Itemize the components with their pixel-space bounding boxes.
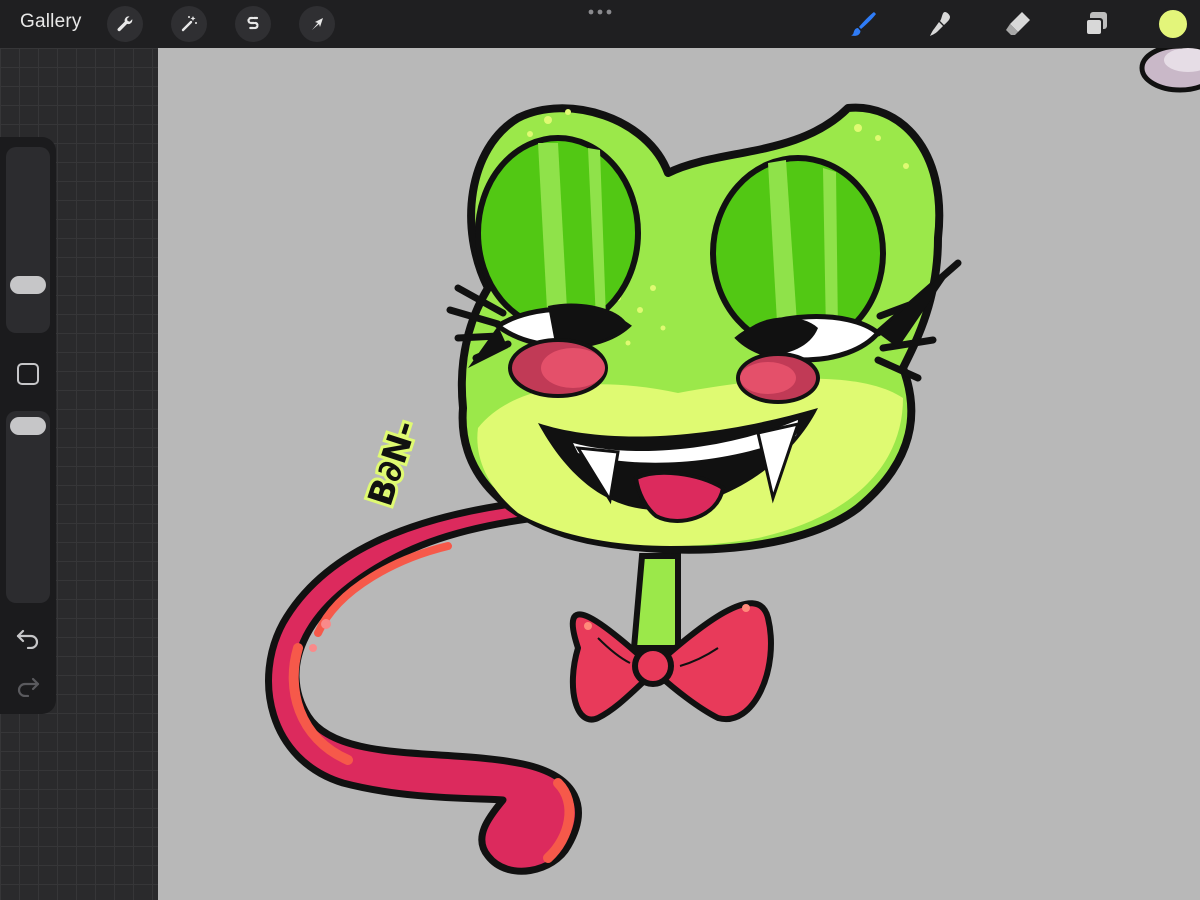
eraser-icon[interactable] [1002,8,1034,40]
brush-size-thumb[interactable] [10,276,46,294]
selection-button[interactable] [235,6,271,42]
gallery-button[interactable]: Gallery [20,11,82,33]
procreate-app: Gallery B∂N- [0,0,1200,900]
opacity-slider[interactable] [6,411,50,603]
color-swatch[interactable] [1157,8,1189,40]
transform-arrow-icon [312,18,323,30]
layers-icon[interactable] [1080,8,1112,40]
frog-artwork: B∂N- [265,48,1200,875]
wrench-icon [117,16,133,32]
top-toolbar: Gallery [0,0,1200,48]
actions-button[interactable] [107,6,143,42]
neck [630,553,681,651]
adjustments-button[interactable] [171,6,207,42]
smudge-icon[interactable] [924,8,956,40]
drawing-canvas[interactable]: B∂N- [158,48,1200,900]
brush-icon[interactable] [847,8,879,40]
selection-icon [247,16,259,30]
transform-button[interactable] [299,6,335,42]
corner-object [1139,48,1200,93]
signature-text: B∂N- [361,416,426,511]
more-options-icon[interactable] [588,9,612,15]
modify-button[interactable] [17,363,39,385]
opacity-thumb[interactable] [10,417,46,435]
frog-head [446,103,962,554]
brush-size-slider[interactable] [6,147,50,333]
magic-wand-icon [181,16,197,32]
artist-signature: B∂N- [358,413,429,514]
sidebar [0,137,56,714]
undo-icon[interactable] [14,625,42,649]
redo-icon[interactable] [14,673,42,697]
